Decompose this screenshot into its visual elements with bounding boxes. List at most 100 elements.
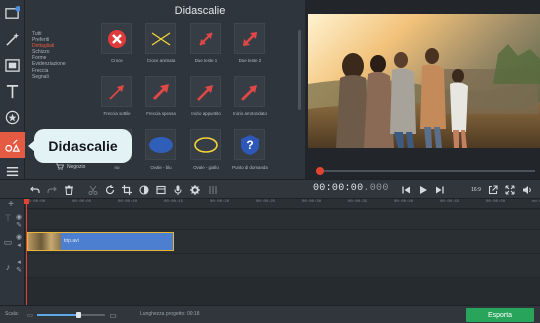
thick-arrow-icon — [152, 83, 169, 100]
callout-tile-freccia-sottile[interactable] — [101, 76, 132, 107]
callout-label: Freccia spessa — [146, 111, 176, 116]
callout-tile-due-teste-2[interactable] — [234, 23, 265, 54]
callout-label: Due teste 2 — [238, 58, 262, 63]
callout-label: Ovale - giallo — [193, 165, 219, 170]
crop-button[interactable] — [120, 183, 133, 196]
titles-tool-button[interactable] — [0, 80, 25, 102]
redo-button[interactable] — [45, 183, 58, 196]
speaker-icon — [522, 185, 531, 194]
microphone-icon — [174, 185, 181, 195]
pointed-arrow-icon — [196, 84, 213, 101]
callout-label: Croce animata — [146, 58, 176, 63]
callout-label: Inizio appuntito — [191, 111, 221, 116]
ruler-tick: 00:00:50 — [486, 200, 506, 204]
ruler-tick: 00:00:30 — [302, 200, 322, 204]
next-frame-button[interactable] — [433, 183, 446, 196]
trash-icon — [64, 185, 73, 195]
status-bar: Scala: ▭ ▭ Lunghezza progetto: 00:18 Esp… — [0, 305, 540, 323]
seek-handle[interactable] — [316, 167, 324, 175]
tool-rail — [0, 0, 25, 190]
cart-icon — [56, 163, 64, 170]
callout-tile-punto-di-domanda[interactable]: ? — [234, 129, 265, 160]
visibility-eye-icon[interactable]: ◉ — [15, 213, 23, 221]
skip-forward-icon — [435, 186, 444, 193]
audio-track-lane[interactable] — [25, 254, 540, 278]
clip-properties-button[interactable] — [154, 183, 167, 196]
shop-button[interactable]: Negozio — [56, 163, 85, 170]
ruler-tick: 00:00:55 — [532, 200, 540, 204]
star-circle-icon — [5, 110, 20, 125]
export-button[interactable]: Esporta — [466, 308, 534, 322]
editing-toolbar: 00:00:00.000 16:9 — [0, 179, 540, 199]
callout-tile-ovale-giallo[interactable] — [190, 129, 221, 160]
callout-tile-due-teste-1[interactable] — [190, 23, 221, 54]
redo-icon — [46, 186, 57, 193]
track-edit-icon[interactable]: ✎ — [15, 221, 23, 229]
aspect-ratio-button[interactable]: 16:9 — [468, 183, 484, 196]
equalizer-button[interactable] — [206, 183, 219, 196]
text-t-icon — [5, 84, 20, 99]
film-import-icon — [5, 5, 20, 21]
equalizer-icon — [208, 185, 217, 194]
ruler-tick: 00:00:20 — [210, 200, 230, 204]
track-volume-icon[interactable]: ◂ — [15, 241, 23, 249]
zoom-slider-fill — [37, 314, 78, 316]
skip-back-icon — [401, 186, 410, 193]
seek-bar[interactable] — [317, 170, 535, 172]
visibility-eye-icon[interactable]: ◉ — [15, 233, 23, 241]
undo-button[interactable] — [28, 183, 41, 196]
callout-tile-ovale-blu[interactable] — [145, 129, 176, 160]
cut-button[interactable] — [86, 183, 99, 196]
time-ruler[interactable]: 00:00:00 00:00:05 00:00:10 00:00:15 00:0… — [25, 199, 540, 209]
settings-button[interactable] — [188, 183, 201, 196]
filters-tool-button[interactable] — [0, 54, 25, 76]
callout-tile-freccia-spessa[interactable] — [145, 76, 176, 107]
double-arrow-icon — [198, 31, 213, 46]
previous-frame-button[interactable] — [399, 183, 412, 196]
callout-label: Punto di domanda — [232, 165, 268, 170]
delete-button[interactable] — [62, 183, 75, 196]
rotate-icon — [105, 184, 114, 194]
zoom-in-icon[interactable]: ▭ — [108, 310, 118, 320]
record-audio-button[interactable] — [171, 183, 184, 196]
callout-shapes-icon — [5, 138, 20, 153]
rotate-button[interactable] — [103, 183, 116, 196]
callouts-tool-button[interactable] — [0, 132, 25, 158]
add-track-icon[interactable]: + — [4, 199, 18, 210]
play-button[interactable] — [416, 183, 429, 196]
magic-wand-tool-button[interactable] — [0, 28, 25, 50]
stickers-tool-button[interactable] — [0, 106, 25, 128]
callout-tile-croce[interactable] — [101, 23, 132, 54]
callout-tile-inizio-arrotondato[interactable] — [234, 76, 265, 107]
playhead-handle[interactable] — [24, 199, 29, 204]
video-clip[interactable]: trip.avi — [27, 232, 174, 251]
import-tool-button[interactable] — [0, 2, 25, 24]
track-headers: + T ◉ ✎ ▭ ◉ ◂ ♪ ◂ ✎ — [0, 199, 25, 305]
zoom-slider-handle[interactable] — [75, 312, 81, 318]
color-adjust-button[interactable] — [137, 183, 150, 196]
detach-player-button[interactable] — [486, 183, 499, 196]
playhead-line[interactable] — [26, 199, 27, 305]
zoom-out-icon[interactable]: ▭ — [26, 311, 34, 319]
category-item[interactable]: Segnali — [32, 74, 92, 80]
volume-button[interactable] — [520, 183, 533, 196]
video-track-icon: ▭ — [3, 236, 13, 247]
gallery-scrollbar[interactable] — [298, 30, 301, 110]
gallery-title: Didascalie — [174, 5, 226, 17]
clip-properties-icon — [155, 185, 166, 194]
callout-tile-inizio-appuntito[interactable] — [190, 76, 221, 107]
ruler-tick: 00:00:25 — [256, 200, 276, 204]
callout-label: Inizio arrotondato — [233, 111, 267, 116]
callout-label: Ovale - blu — [150, 165, 172, 170]
scale-label: Scala: — [5, 311, 19, 317]
ruler-tick: 00:00:05 — [72, 200, 92, 204]
magic-wand-icon — [5, 32, 20, 47]
callout-label: Freccia sottile — [103, 111, 131, 116]
text-track-lane[interactable] — [25, 210, 540, 230]
callout-label: Due teste 1 — [194, 58, 218, 63]
crop-icon — [121, 184, 132, 195]
track-volume-icon[interactable]: ◂ — [15, 258, 23, 266]
callout-tile-croce-animata[interactable] — [145, 23, 176, 54]
fullscreen-button[interactable] — [503, 183, 516, 196]
track-edit-icon[interactable]: ✎ — [15, 266, 23, 274]
